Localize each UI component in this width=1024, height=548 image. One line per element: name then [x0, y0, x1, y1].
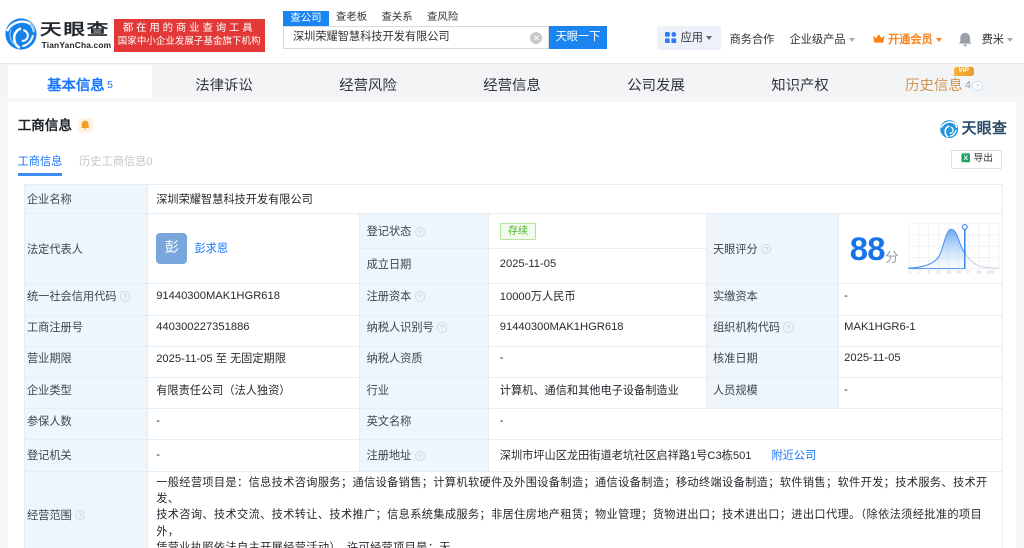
svg-text:100: 100	[987, 270, 995, 275]
svg-text:1: 1	[917, 270, 920, 275]
svg-text:99: 99	[977, 270, 982, 275]
svg-text:X: X	[963, 156, 968, 163]
svg-text:11: 11	[936, 270, 941, 275]
svg-text:77: 77	[967, 270, 972, 275]
svg-text:60: 60	[957, 270, 962, 275]
svg-text:30: 30	[947, 270, 952, 275]
svg-text:0: 0	[909, 270, 912, 275]
svg-text:5: 5	[928, 270, 931, 275]
